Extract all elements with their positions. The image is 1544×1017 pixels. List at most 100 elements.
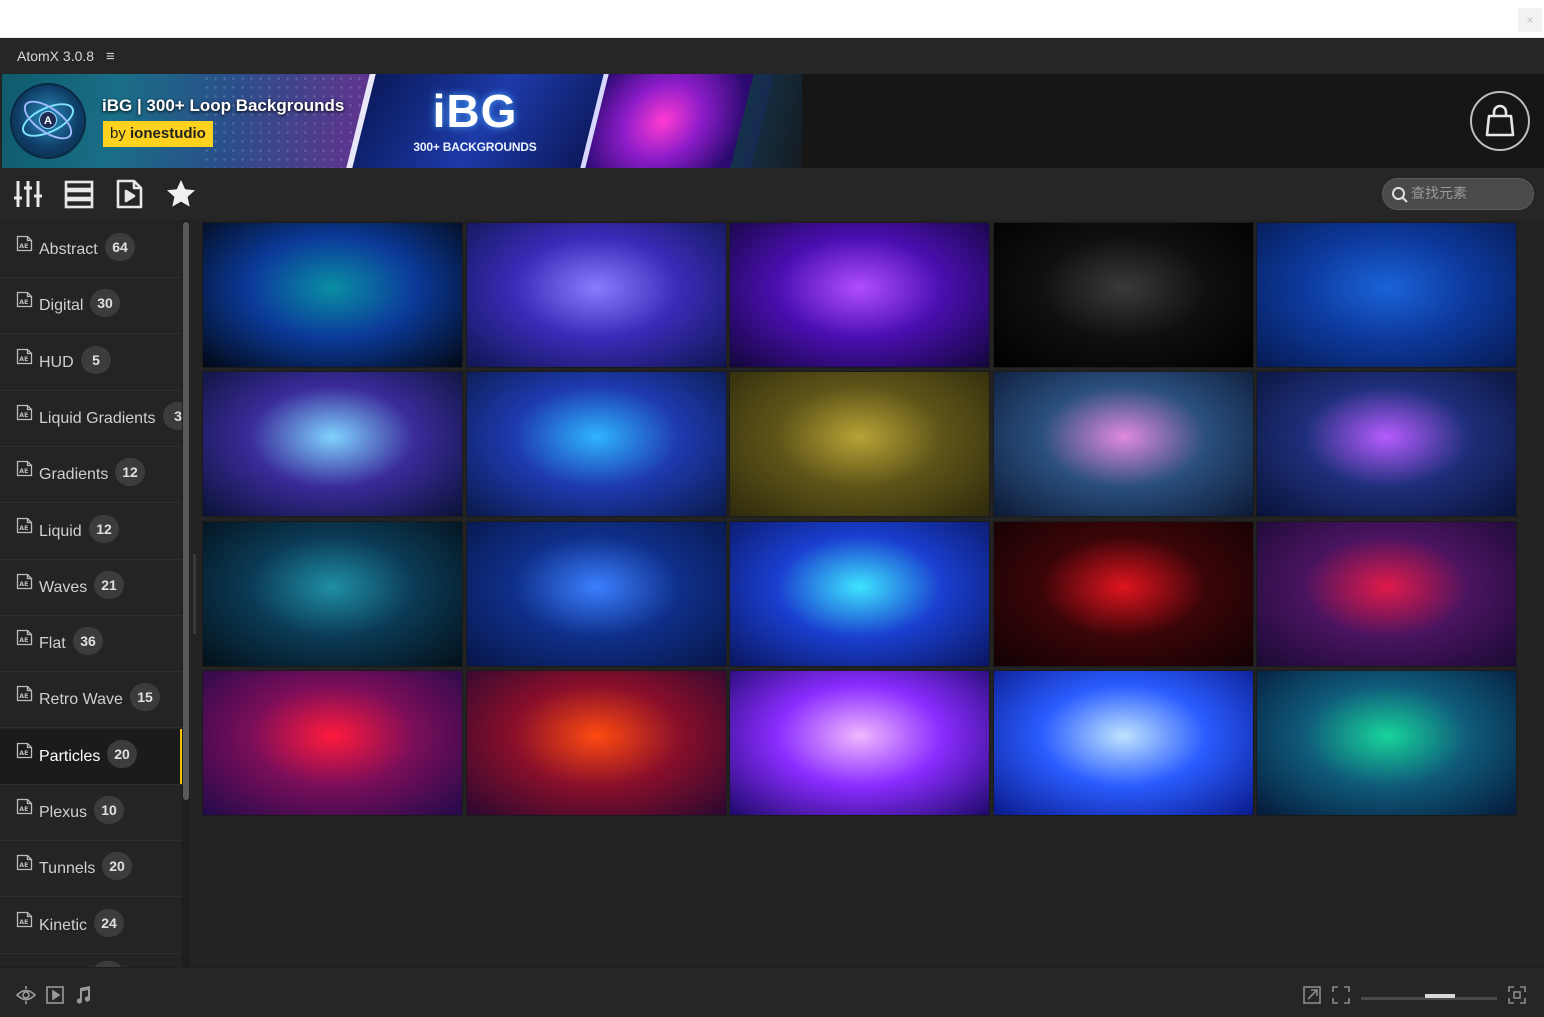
thumbnail-blue-spiral[interactable]: [993, 670, 1254, 816]
sidebar-scroll-thumb[interactable]: [183, 222, 189, 800]
sidebar-item-label: Retro Wave: [39, 691, 123, 708]
music-icon[interactable]: [73, 985, 93, 1005]
svg-text:AE: AE: [19, 919, 28, 926]
thumbnail-orange-swirl[interactable]: [466, 670, 727, 816]
sidebar-item-abstract[interactable]: AE Abstract 64: [0, 222, 182, 278]
sidebar-item-label: Liquid: [39, 523, 82, 540]
count-badge: 21: [94, 571, 124, 599]
thumbnail-blue-rain[interactable]: [466, 521, 727, 667]
pack-banner: iBG 300+ BACKGROUNDS A iBG | 300+ Loop B…: [2, 74, 1544, 168]
thumbnail-red-smoke[interactable]: [993, 521, 1254, 667]
sidebar-item-label: Kinetic: [39, 917, 88, 934]
external-link-icon[interactable]: [1302, 985, 1322, 1005]
sidebar-item-kinetic[interactable]: AE Kinetic 24: [0, 898, 182, 954]
thumbnail-crimson-streaks[interactable]: [202, 670, 463, 816]
category-sidebar: AE Abstract 64 AE Digital 30 AE HUD 5 AE Liquid Gr…: [0, 220, 192, 967]
hamburger-menu-icon[interactable]: ≡: [106, 48, 115, 65]
sidebar-item-label: HUD: [39, 354, 74, 371]
sidebar-item-retro-wave[interactable]: AE Retro Wave 15: [0, 672, 182, 728]
shopping-bag-icon: [1485, 104, 1515, 137]
sidebar-item-particles[interactable]: AE Particles 20: [0, 729, 182, 785]
app-title: AtomX 3.0.8: [17, 48, 95, 64]
ae-file-icon: AE: [16, 404, 33, 421]
atomx-panel: AtomX 3.0.8 ≡ iBG 300+ BACKGROUNDS A iBG…: [0, 38, 1544, 1017]
ae-file-icon: AE: [16, 235, 33, 252]
sidebar-item-label: Particles: [39, 748, 101, 765]
thumbnail-teal-nebula[interactable]: [202, 521, 463, 667]
store-button[interactable]: [1470, 91, 1530, 151]
sidebar-item-plexus[interactable]: AE Plexus 10: [0, 785, 182, 841]
sidebar-item-label: Flat: [39, 635, 66, 652]
svg-text:AE: AE: [19, 806, 28, 813]
thumbnail-blue-glow[interactable]: [1256, 222, 1517, 368]
thumbnail-red-burst[interactable]: [1256, 521, 1517, 667]
status-bar: [0, 967, 1544, 1017]
ae-file-icon: AE: [16, 291, 33, 308]
sidebar-item-liquid-gradients[interactable]: AE Liquid Gradients 3: [0, 391, 182, 447]
thumbnail-pink-waves[interactable]: [993, 371, 1254, 517]
thumbnail-teal-warp[interactable]: [1256, 670, 1517, 816]
sidebar-item-partial[interactable]: [0, 954, 182, 967]
atomx-logo-letter: A: [39, 111, 57, 129]
sidebar-item-hud[interactable]: AE HUD 5: [0, 335, 182, 391]
sidebar-item-flat[interactable]: AE Flat 36: [0, 616, 182, 672]
atomx-logo: A: [10, 83, 86, 159]
svg-text:AE: AE: [19, 356, 28, 363]
ibg-logo: iBG 300+ BACKGROUNDS: [400, 88, 550, 158]
count-badge: 20: [102, 852, 132, 880]
sidebar-item-gradients[interactable]: AE Gradients 12: [0, 447, 182, 503]
thumbnail-gold-dust[interactable]: [729, 371, 990, 517]
sidebar-item-label: Waves: [39, 579, 88, 596]
thumbnail-purple-waves[interactable]: [1256, 371, 1517, 517]
thumbnail-particle-terrain[interactable]: [202, 371, 463, 517]
thumbnail-purple-spiral[interactable]: [729, 670, 990, 816]
video-file-icon[interactable]: [113, 178, 145, 210]
count-badge: 5: [81, 346, 111, 374]
star-icon[interactable]: [165, 178, 197, 210]
count-badge: 12: [115, 458, 145, 486]
ae-file-icon: AE: [16, 573, 33, 590]
svg-text:AE: AE: [19, 412, 28, 419]
search-box[interactable]: [1382, 178, 1534, 210]
svg-text:AE: AE: [19, 862, 28, 869]
ae-file-icon: AE: [16, 798, 33, 815]
sidebar-item-liquid[interactable]: AE Liquid 12: [0, 504, 182, 560]
play-icon[interactable]: [45, 985, 65, 1005]
count-badge: 30: [90, 289, 120, 317]
eye-icon[interactable]: [15, 985, 37, 1005]
search-input[interactable]: [1411, 179, 1529, 209]
list-view-icon[interactable]: [63, 178, 95, 210]
sidebar-item-label: Abstract: [39, 241, 98, 258]
count-badge: 36: [73, 627, 103, 655]
thumbnail-violet-cloud[interactable]: [466, 222, 727, 368]
svg-text:AE: AE: [19, 693, 28, 700]
search-icon: [1392, 187, 1408, 203]
sidebar-resize-handle[interactable]: [193, 554, 196, 634]
fullscreen-icon[interactable]: [1507, 985, 1527, 1005]
svg-text:AE: AE: [19, 243, 28, 250]
sidebar-item-waves[interactable]: AE Waves 21: [0, 560, 182, 616]
zoom-slider-thumb[interactable]: [1425, 994, 1455, 998]
svg-text:AE: AE: [19, 299, 28, 306]
fit-icon[interactable]: [1331, 985, 1351, 1005]
thumbnail-star-field[interactable]: [993, 222, 1254, 368]
close-icon[interactable]: ×: [1518, 8, 1542, 32]
author-name[interactable]: ionestudio: [130, 125, 206, 142]
thumbnail-particle-sphere[interactable]: [729, 521, 990, 667]
ae-file-icon: AE: [16, 460, 33, 477]
sliders-icon[interactable]: [12, 178, 44, 210]
ibg-logo-subtext: 300+ BACKGROUNDS: [413, 140, 537, 154]
thumbnail-purple-warp[interactable]: [729, 222, 990, 368]
thumbnail-teal-cloud[interactable]: [202, 222, 463, 368]
panel-title-bar: AtomX 3.0.8 ≡: [0, 38, 1544, 74]
svg-text:AE: AE: [19, 525, 28, 532]
sidebar-item-tunnels[interactable]: AE Tunnels 20: [0, 841, 182, 897]
ae-file-icon: AE: [16, 517, 33, 534]
svg-text:AE: AE: [19, 581, 28, 588]
ae-file-icon: AE: [16, 911, 33, 928]
sidebar-item-digital[interactable]: AE Digital 30: [0, 278, 182, 334]
ae-file-icon: AE: [16, 685, 33, 702]
svg-text:AE: AE: [19, 468, 28, 475]
sidebar-item-label: Tunnels: [39, 860, 96, 877]
thumbnail-blue-dust[interactable]: [466, 371, 727, 517]
